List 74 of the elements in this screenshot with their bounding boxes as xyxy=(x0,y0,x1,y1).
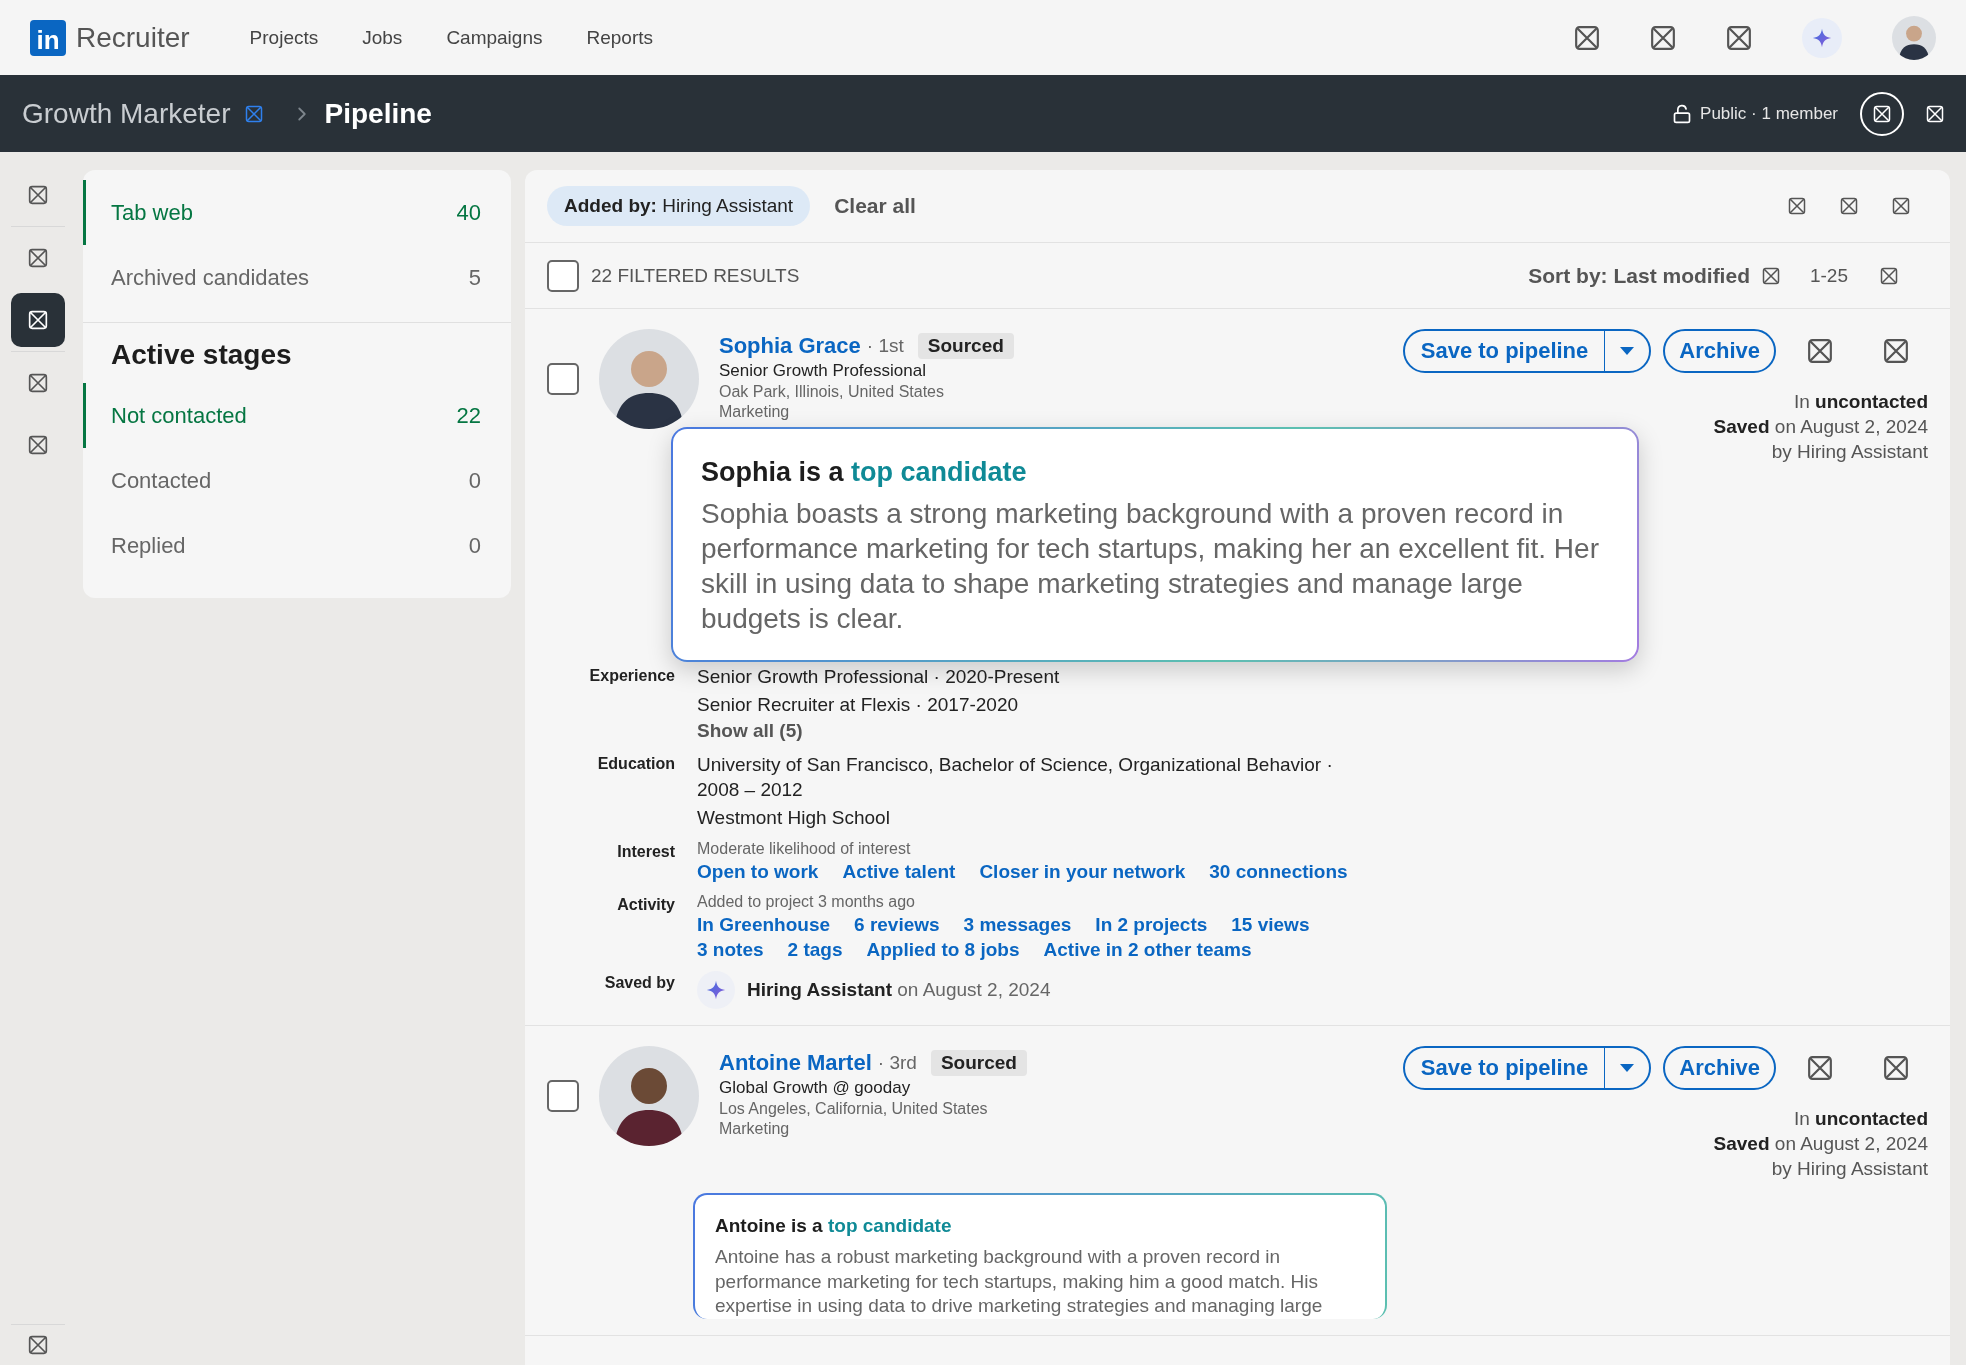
detail-text: University of San Francisco, Bachelor of Science, Organizational Behavior · 2008 – 2012 xyxy=(697,753,1334,802)
detail-link[interactable]: 3 notes xyxy=(697,939,764,961)
detail-link[interactable]: 2 tags xyxy=(787,939,843,961)
detail-link[interactable]: Active talent xyxy=(842,861,956,883)
save-split-button[interactable]: Save to pipeline xyxy=(1402,1046,1652,1090)
saved-date: Saved on August 2, 2024 xyxy=(1713,1132,1928,1156)
product-name: Recruiter xyxy=(76,21,190,54)
connection-degree: · 1st xyxy=(866,335,904,357)
page-range: 1-25 xyxy=(1809,264,1848,287)
stage-item[interactable]: Replied 0 xyxy=(83,513,511,578)
stage-item[interactable]: Not contacted 22 xyxy=(83,383,511,448)
candidate-headline: Senior Growth Professional xyxy=(719,361,927,381)
nav-link[interactable]: Reports xyxy=(586,26,653,49)
stage-item[interactable]: Contacted 0 xyxy=(83,448,511,513)
status-tag: Sourced xyxy=(917,333,1014,359)
detail-link[interactable]: Active in 2 other teams xyxy=(1043,939,1252,961)
candidate-industry: Marketing xyxy=(719,403,791,421)
detail-label: Education xyxy=(596,754,675,774)
nav-link[interactable]: Jobs xyxy=(362,26,403,49)
detail-note: Moderate likelihood of interest xyxy=(697,840,912,858)
candidate-headline: Global Growth @ gooday xyxy=(719,1078,912,1098)
connection-degree: · 3rd xyxy=(877,1052,917,1074)
detail-link[interactable]: 3 messages xyxy=(963,914,1072,936)
summary-title: Sophia is a top candidate xyxy=(701,457,1028,488)
visibility-label: Public · 1 member xyxy=(1700,103,1838,124)
candidate-location: Los Angeles, California, United States xyxy=(719,1100,989,1118)
status-tag: Sourced xyxy=(930,1050,1027,1076)
saved-date: Saved on August 2, 2024 xyxy=(1713,415,1928,439)
detail-link[interactable]: Open to work xyxy=(697,861,819,883)
archive-button[interactable]: Archive xyxy=(1663,1046,1776,1090)
summary-text: Antoine has a robust marketing background with a proven record in performance marketing for tech startups, making him a good match. His expertise in using data to drive marketing strategies and managing large xyxy=(715,1245,1324,1319)
stage-status: In uncontacted xyxy=(1793,390,1928,414)
logo-mark[interactable]: in xyxy=(30,19,66,56)
page-title: Pipeline xyxy=(324,97,432,130)
candidate-industry: Marketing xyxy=(719,1120,791,1138)
project-title[interactable]: Growth Marketer xyxy=(22,97,231,130)
candidate-name[interactable]: Antoine Martel xyxy=(719,1050,872,1076)
detail-label: Saved by xyxy=(603,973,675,993)
saved-by: by Hiring Assistant xyxy=(1771,1157,1928,1181)
detail-link[interactable]: In Greenhouse xyxy=(697,914,831,936)
detail-label: Experience xyxy=(588,666,675,686)
candidate-name[interactable]: Sophia Grace xyxy=(719,333,861,359)
filter-chip[interactable]: Added by: Hiring Assistant xyxy=(547,186,811,226)
nav-link[interactable]: Projects xyxy=(249,26,319,49)
save-to-pipeline-button[interactable]: Save to pipeline xyxy=(1404,331,1606,371)
archive-button[interactable]: Archive xyxy=(1663,329,1776,373)
detail-text: Senior Recruiter at Flexis · 2017-2020 xyxy=(697,693,1020,717)
summary-text: Sophia boasts a strong marketing background with a proven record in performance marketing for tech startups, making her an excellent fit. Her skill in using data to shape marketing strategies and manage large budgets is clear. xyxy=(701,497,1600,636)
stage-status: In uncontacted xyxy=(1793,1107,1928,1131)
section-title: Active stages xyxy=(111,339,293,371)
save-to-pipeline-button[interactable]: Save to pipeline xyxy=(1404,1048,1606,1088)
saved-by: by Hiring Assistant xyxy=(1771,440,1928,464)
sidebar-item[interactable]: Archived candidates 5 xyxy=(83,245,511,310)
detail-link[interactable]: 15 views xyxy=(1231,914,1310,936)
detail-text: Senior Growth Professional · 2020-Present xyxy=(697,665,1061,689)
clear-all-button[interactable]: Clear all xyxy=(828,193,922,219)
detail-link[interactable]: Applied to 8 jobs xyxy=(866,939,1020,961)
detail-link[interactable]: 6 reviews xyxy=(854,914,940,936)
save-split-button[interactable]: Save to pipeline xyxy=(1402,329,1652,373)
detail-label: Activity xyxy=(616,895,675,915)
nav-link[interactable]: Campaigns xyxy=(446,26,543,49)
detail-link[interactable]: Closer in your network xyxy=(979,861,1186,883)
detail-text: Westmont High School xyxy=(697,806,891,830)
detail-link[interactable]: In 2 projects xyxy=(1095,914,1208,936)
saved-by-text: Hiring Assistant on August 2, 2024 xyxy=(747,979,1051,1001)
detail-label: Interest xyxy=(616,842,675,862)
sidebar-item[interactable]: Tab web 40 xyxy=(83,180,511,245)
show-all-link[interactable]: Show all (5) xyxy=(697,720,1377,742)
results-count: 22 FILTERED RESULTS xyxy=(591,264,800,287)
detail-link[interactable]: 30 connections xyxy=(1209,861,1348,883)
summary-title: Antoine is a top candidate xyxy=(715,1215,953,1237)
candidate-location: Oak Park, Illinois, United States xyxy=(719,383,945,401)
detail-note: Added to project 3 months ago xyxy=(697,893,916,911)
sort-button[interactable]: Sort by: Last modified xyxy=(1528,263,1750,288)
